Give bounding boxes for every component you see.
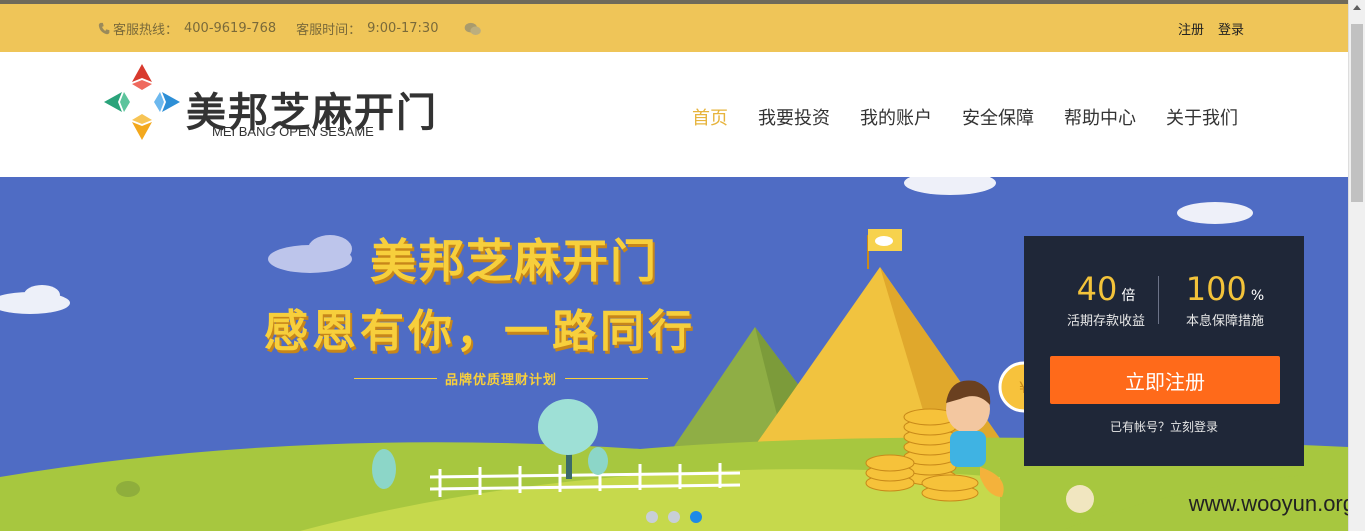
stat1-value: 40 [1076,270,1118,308]
nav-help-center[interactable]: 帮助中心 [1064,104,1136,130]
hours-label: 客服时间： [296,23,362,38]
hero-banner: ¥ 美邦芝麻开门 感恩有你，一路同行 品牌优质理财计划 40倍 活期存款收益 1… [0,177,1348,531]
banner-slogan: 感恩有你，一路同行 [264,306,696,357]
stat1-unit: 倍 [1121,288,1136,304]
carousel-dot-1[interactable] [646,511,658,523]
scrollbar-thumb[interactable] [1351,24,1363,202]
watermark: www.wooyun.org [1188,491,1355,516]
stat1-label: 活期存款收益 [1066,314,1145,329]
subtitle-right-divider [565,378,649,379]
hours-value: 9:00-17:30 [367,21,439,36]
stat2-value: 100 [1185,270,1247,308]
logo-mark-icon [104,64,180,140]
stat-interest-multiple: 40 倍 活期存款收益 [1058,270,1154,329]
top-info-bar: 客服热线： 400-9619-768 客服时间： 9:00-17:30 注册 登… [0,4,1348,52]
existing-account-login-link[interactable]: 已有帐号？立刻登录 [1024,418,1304,435]
banner-headline: 美邦芝麻开门 [370,234,658,288]
register-link[interactable]: 注册 [1178,19,1204,38]
banner-subtitle-row: 品牌优质理财计划 [354,369,649,388]
register-panel: 40 倍 活期存款收益 100% 本息保障措施 立即注册 已有帐号？立刻登录 [1024,236,1304,466]
vertical-scrollbar[interactable] [1348,0,1365,531]
auth-links: 注册 登录 [1178,19,1244,38]
main-nav: 首页 我要投资 我的账户 安全保障 帮助中心 关于我们 [692,104,1238,130]
site-logo[interactable]: 美邦芝麻开门 MEI BANG OPEN SESAME [102,62,442,142]
nav-my-account[interactable]: 我的账户 [860,104,932,130]
nav-invest[interactable]: 我要投资 [758,104,830,130]
nav-home[interactable]: 首页 [692,104,728,130]
subtitle-left-divider [354,378,437,379]
stat-guarantee: 100% 本息保障措施 [1170,270,1280,329]
wechat-icon[interactable] [464,22,482,36]
hotline-label: 客服热线： [113,23,179,38]
scroll-up-arrow-icon[interactable] [1353,5,1361,10]
carousel-indicators [646,511,702,523]
stat2-label: 本息保障措施 [1185,314,1264,329]
nav-security[interactable]: 安全保障 [962,104,1034,130]
carousel-dot-2[interactable] [668,511,680,523]
site-header: 美邦芝麻开门 MEI BANG OPEN SESAME 首页 我要投资 我的账户… [0,52,1348,177]
nav-about-us[interactable]: 关于我们 [1166,104,1238,130]
carousel-dot-3[interactable] [690,511,702,523]
phone-icon [98,22,110,35]
logo-english-name: MEI BANG OPEN SESAME [212,124,374,139]
register-now-button[interactable]: 立即注册 [1050,356,1280,404]
stat-divider [1158,276,1159,324]
hotline-number: 400-9619-768 [184,21,277,36]
stat2-unit: % [1250,288,1265,304]
contact-info: 客服热线： 400-9619-768 客服时间： 9:00-17:30 [98,19,482,38]
login-link[interactable]: 登录 [1218,19,1244,38]
banner-subtitle: 品牌优质理财计划 [445,373,558,388]
